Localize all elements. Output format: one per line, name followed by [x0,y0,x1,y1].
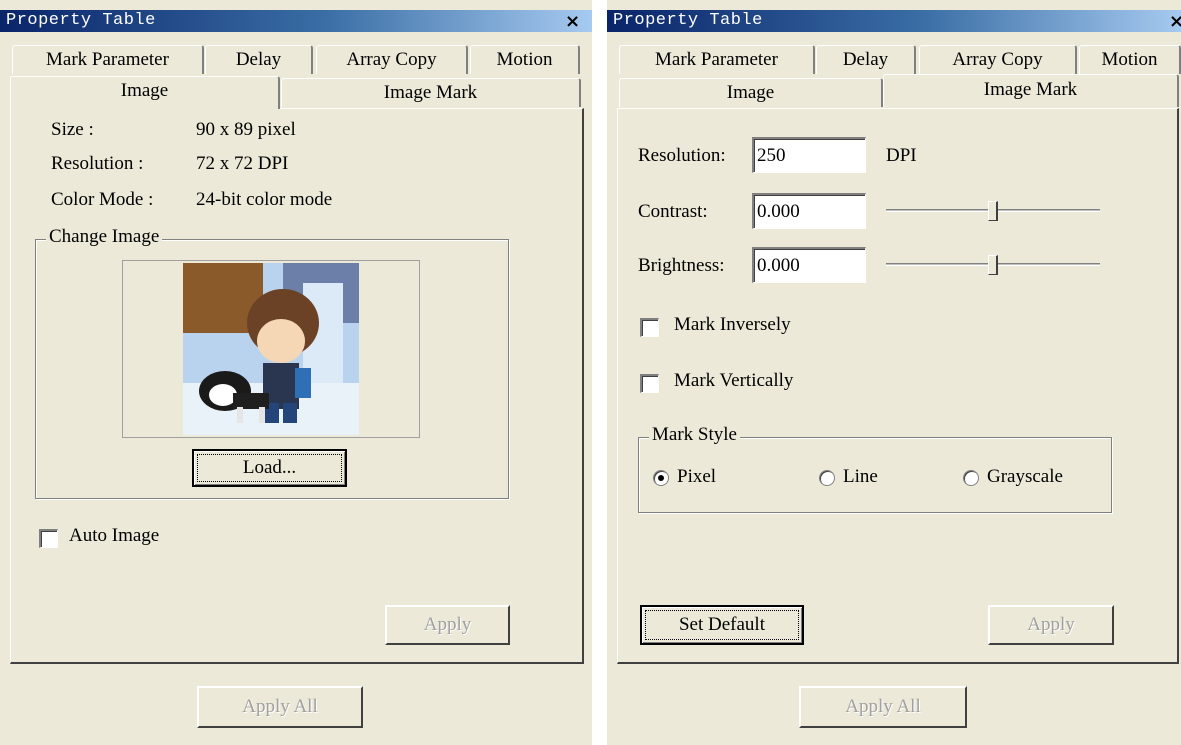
change-image-group: Change Image Load... [35,226,509,499]
pixel-radio[interactable] [653,470,669,486]
tab-mark-parameter[interactable]: Mark Parameter [619,45,815,74]
size-value: 90 x 89 pixel [196,119,296,140]
property-table-image-mark-panel: Property Table × Mark Parameter Delay Ar… [607,0,1181,745]
mark-inversely-label: Mark Inversely [674,314,791,335]
auto-image-label: Auto Image [69,525,160,546]
apply-button[interactable]: Apply [385,605,510,645]
load-button[interactable]: Load... [192,449,347,487]
auto-image-checkbox[interactable] [39,529,58,548]
tab-image-mark[interactable]: Image Mark [281,78,581,107]
window-title: Property Table [613,11,763,30]
contrast-input[interactable] [752,193,866,229]
resolution-label: Resolution: [638,145,726,166]
mark-inversely-checkbox[interactable] [640,318,659,337]
size-label: Size : [51,119,94,140]
color-mode-label: Color Mode : [51,189,154,210]
line-radio-label: Line [843,466,878,487]
contrast-label: Contrast: [638,201,708,222]
change-image-legend: Change Image [46,226,163,248]
brightness-label: Brightness: [638,255,725,276]
tab-mark-parameter[interactable]: Mark Parameter [12,45,204,74]
mark-vertically-checkbox[interactable] [640,374,659,393]
set-default-button[interactable]: Set Default [640,605,804,645]
mark-style-group: Mark Style Pixel Line Grayscale [638,424,1112,513]
tab-array-copy[interactable]: Array Copy [919,45,1077,74]
brightness-slider-thumb[interactable] [988,255,998,275]
apply-all-button[interactable]: Apply All [197,686,363,728]
title-bar[interactable]: Property Table [0,10,592,32]
brightness-input[interactable] [752,247,866,283]
color-mode-value: 24-bit color mode [196,189,333,210]
resolution-label: Resolution : [51,153,144,174]
grayscale-radio[interactable] [963,470,979,486]
image-preview-frame [122,260,420,438]
tab-delay[interactable]: Delay [816,45,916,74]
tab-image[interactable]: Image [10,76,280,109]
set-default-label: Set Default [678,614,765,635]
tab-delay[interactable]: Delay [205,45,313,74]
apply-all-button[interactable]: Apply All [799,686,967,728]
tab-image-mark[interactable]: Image Mark [883,74,1179,107]
window-title: Property Table [6,11,156,30]
tab-motion[interactable]: Motion [470,45,580,74]
contrast-slider-thumb[interactable] [988,201,998,221]
property-table-image-panel: Property Table × Mark Parameter Delay Ar… [0,0,592,745]
mark-style-legend: Mark Style [649,424,740,446]
tab-image[interactable]: Image [619,78,883,107]
tab-array-copy[interactable]: Array Copy [316,45,468,74]
line-radio[interactable] [819,470,835,486]
character-image-art [183,263,359,435]
grayscale-radio-label: Grayscale [987,466,1063,487]
dpi-unit-label: DPI [886,145,917,166]
resolution-value: 72 x 72 DPI [196,153,289,174]
tab-panel-image: Size : 90 x 89 pixel Resolution : 72 x 7… [10,108,584,664]
resolution-input[interactable] [752,137,866,173]
tab-motion[interactable]: Motion [1079,45,1181,74]
close-icon[interactable]: × [565,12,580,32]
load-button-label: Load... [242,457,297,478]
tab-panel-image-mark: Resolution: DPI Contrast: Brightness: Ma… [617,108,1179,664]
mark-vertically-label: Mark Vertically [674,370,794,391]
title-bar[interactable]: Property Table [607,10,1181,32]
radio-selected-dot [658,475,664,481]
pixel-radio-label: Pixel [677,466,717,487]
character-image [183,263,359,435]
apply-button[interactable]: Apply [988,605,1114,645]
close-icon[interactable]: × [1169,12,1181,32]
